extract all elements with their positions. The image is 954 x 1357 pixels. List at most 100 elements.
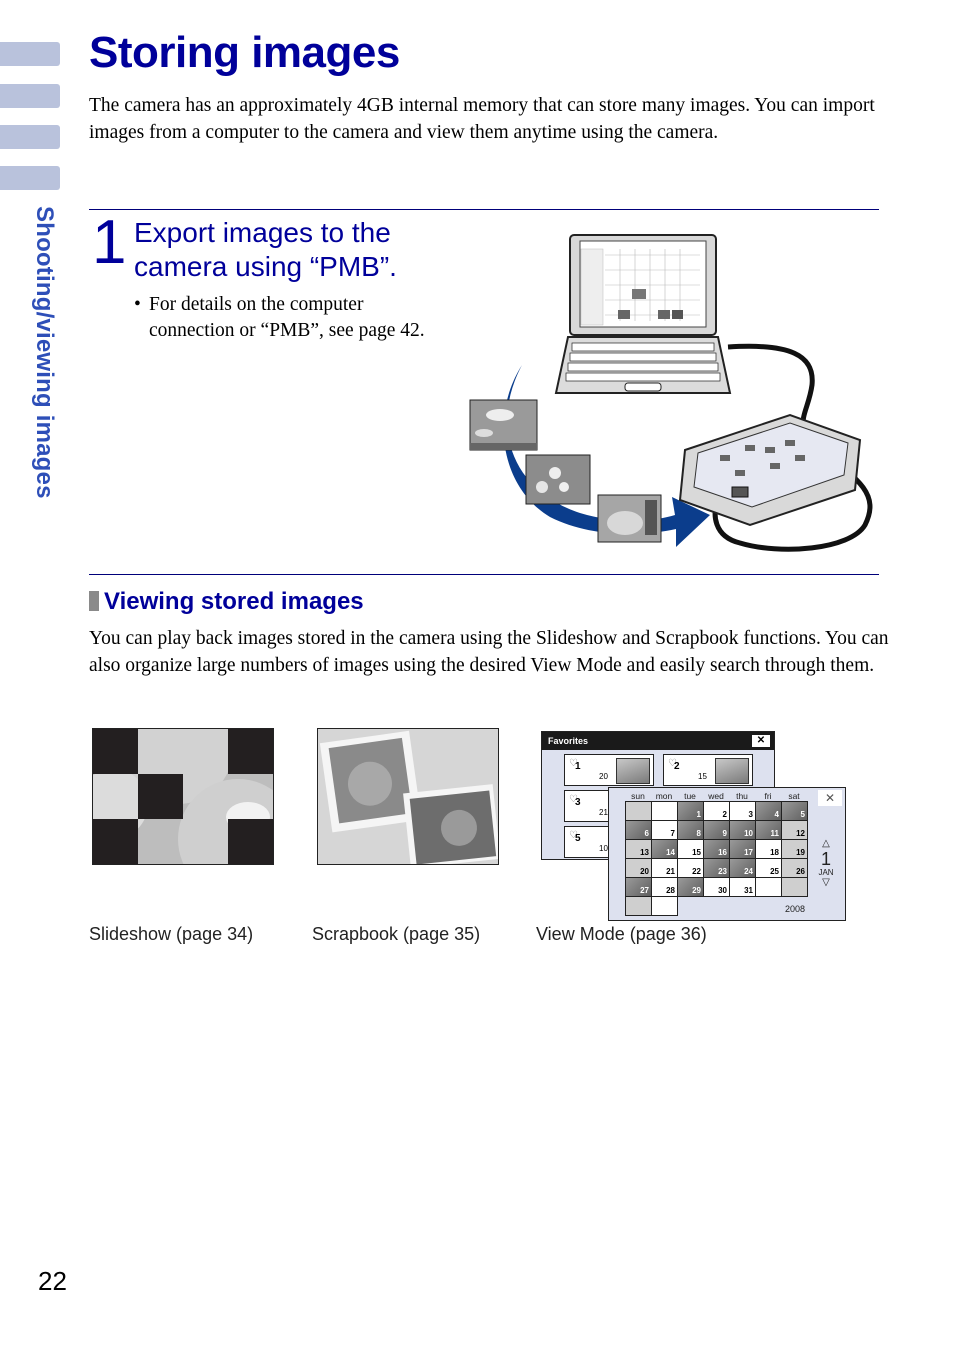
calendar-day[interactable]: 30 [704, 878, 730, 897]
calendar-day-number: 6 [644, 829, 649, 838]
calendar-day-number: 21 [666, 867, 675, 876]
calendar-empty-cell [652, 897, 678, 916]
step-title-line: Export images to the [134, 217, 391, 248]
favorites-titlebar: Favorites ✕ [542, 732, 774, 750]
calendar-day[interactable]: 11 [756, 821, 782, 840]
photo-sky [469, 399, 538, 451]
favorite-count: 10 [599, 844, 608, 853]
step-title: Export images to the camera using “PMB”. [134, 216, 397, 284]
close-icon[interactable]: ✕ [752, 735, 770, 747]
bullet: • [134, 294, 141, 315]
calendar-day-number: 1 [696, 810, 701, 819]
calendar-grid: 1 2 3 4 5 6 7 8 9 10 11 12 13 14 15 16 17 18 19 20 21 22 23 24 2… [625, 801, 808, 916]
calendar-day-number: 23 [718, 867, 727, 876]
month-number: 1 [820, 849, 831, 869]
calendar-day[interactable]: 3 [730, 802, 756, 821]
calendar-day[interactable]: 31 [730, 878, 756, 897]
laptop-icon [554, 234, 732, 394]
favorite-number: 5 [575, 833, 581, 844]
calendar-day-number: 12 [796, 829, 805, 838]
calendar-day[interactable]: 1 [678, 802, 704, 821]
calendar-day[interactable]: 14 [652, 840, 678, 859]
calendar-empty-cell [652, 802, 678, 821]
calendar-day-number: 15 [692, 848, 701, 857]
sidebar-section-label: Shooting/viewing images [24, 206, 64, 556]
sidebar-tab[interactable] [0, 84, 60, 108]
calendar-day-number: 2 [722, 810, 727, 819]
weekday-label: sat [788, 791, 800, 801]
calendar-day[interactable]: 19 [782, 840, 808, 859]
favorite-item[interactable]: ♡ 1 20 [564, 754, 654, 786]
divider [89, 574, 879, 575]
calendar-day-number: 24 [744, 867, 753, 876]
favorite-thumbnail [616, 758, 650, 784]
sidebar-tab[interactable] [0, 125, 60, 149]
calendar-day[interactable]: 25 [756, 859, 782, 878]
calendar-day[interactable]: 18 [756, 840, 782, 859]
calendar-day[interactable]: 5 [782, 802, 808, 821]
month-navigator: △ 1 JAN ▽ [815, 838, 837, 889]
calendar-day[interactable]: 24 [730, 859, 756, 878]
calendar-day-number: 28 [666, 886, 675, 895]
calendar-day[interactable]: 20 [626, 859, 652, 878]
calendar-day-number: 5 [800, 810, 805, 819]
caption-slideshow: Slideshow (page 34) [89, 924, 254, 944]
calendar-day-number: 11 [770, 829, 779, 838]
calendar-empty-cell [756, 878, 782, 897]
calendar-day[interactable]: 13 [626, 840, 652, 859]
calendar-day[interactable]: 17 [730, 840, 756, 859]
calendar-day[interactable]: 29 [678, 878, 704, 897]
calendar-day[interactable]: 6 [626, 821, 652, 840]
sidebar-section-text: Shooting/viewing images [31, 206, 58, 499]
calendar-day[interactable]: 28 [652, 878, 678, 897]
calendar-day[interactable]: 22 [678, 859, 704, 878]
calendar-day-number: 8 [696, 829, 701, 838]
favorite-number: 2 [674, 761, 680, 772]
close-icon[interactable]: ✕ [818, 790, 842, 806]
sidebar-tab[interactable] [0, 42, 60, 66]
favorite-count: 15 [698, 772, 707, 781]
calendar-day[interactable]: 9 [704, 821, 730, 840]
calendar-day[interactable]: 27 [626, 878, 652, 897]
calendar-day[interactable]: 21 [652, 859, 678, 878]
weekday-label: sun [631, 791, 645, 801]
favorite-item[interactable]: ♡ 2 15 [663, 754, 753, 786]
calendar-day-number: 26 [796, 867, 805, 876]
photo-flowers [525, 454, 591, 505]
favorite-thumbnail [715, 758, 749, 784]
calendar-day[interactable]: 2 [704, 802, 730, 821]
calendar-day[interactable]: 7 [652, 821, 678, 840]
photo-dog [597, 494, 662, 543]
calendar-day[interactable]: 15 [678, 840, 704, 859]
calendar-day[interactable]: 23 [704, 859, 730, 878]
calendar-day-number: 13 [640, 848, 649, 857]
calendar-day-number: 17 [744, 848, 753, 857]
calendar-day[interactable]: 10 [730, 821, 756, 840]
intro-paragraph: The camera has an approximately 4GB inte… [89, 95, 875, 143]
calendar-day[interactable]: 16 [704, 840, 730, 859]
calendar-day[interactable]: 26 [782, 859, 808, 878]
section-heading-text: Viewing stored images [104, 588, 364, 615]
month-label: JAN [818, 868, 834, 877]
sidebar-tab[interactable] [0, 166, 60, 190]
calendar-day-number: 4 [774, 810, 779, 819]
calendar-day-number: 10 [744, 829, 753, 838]
calendar-day-number: 25 [770, 867, 779, 876]
calendar-day[interactable]: 4 [756, 802, 782, 821]
step-note: • For details on the computer connection … [134, 292, 425, 343]
weekday-label: thu [736, 791, 748, 801]
calendar-day-number: 3 [748, 810, 753, 819]
calendar-day-number: 29 [692, 886, 701, 895]
down-arrow-icon[interactable]: ▽ [815, 877, 837, 889]
note-text: For details on the computer [149, 294, 364, 315]
slideshow-screenshot [92, 728, 274, 865]
camera-icon [678, 413, 862, 527]
favorite-count: 21 [599, 808, 608, 817]
calendar-day-number: 20 [640, 867, 649, 876]
favorite-number: 3 [575, 797, 581, 808]
pc-to-camera-illustration [469, 234, 873, 552]
calendar-day[interactable]: 12 [782, 821, 808, 840]
weekday-label: fri [764, 791, 772, 801]
page-number: 22 [38, 1266, 67, 1296]
calendar-day[interactable]: 8 [678, 821, 704, 840]
